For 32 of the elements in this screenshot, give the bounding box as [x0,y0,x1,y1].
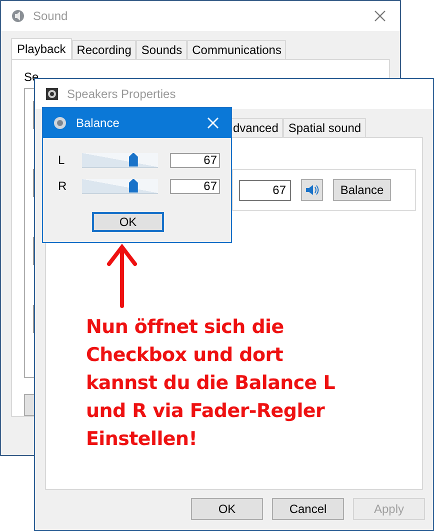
dialog-button[interactable]: OK [191,498,263,520]
tab[interactable]: Recording [72,40,136,59]
tab[interactable]: Communications [187,40,286,59]
value-field[interactable]: 67 [170,178,220,194]
channel-label: R [58,179,68,193]
window-title: Sound [33,9,69,23]
slider-track[interactable] [82,152,158,168]
tab[interactable]: dvanced [232,118,284,137]
slider-track[interactable] [82,178,158,194]
speaker-icon [305,183,319,197]
speaker-icon [11,9,25,23]
dialog-button[interactable]: Cancel [272,498,344,520]
speaker-icon [53,116,67,130]
mute-button[interactable] [301,179,323,201]
configure-button[interactable] [24,394,35,416]
channel-label: L [58,153,66,167]
slider-thumb[interactable] [128,152,138,166]
arrow [105,244,139,308]
close-icon [374,10,386,22]
value-field[interactable]: 67 [170,152,220,168]
tab[interactable]: Playback [11,38,72,60]
window-title: Speakers Properties [67,87,177,101]
level-field[interactable]: 67 [239,180,291,200]
tab[interactable]: Spatial sound [283,118,366,137]
tab[interactable]: Sounds [136,40,188,59]
dialog-title: Balance [76,116,120,130]
speaker-icon [45,87,59,101]
ok-button[interactable]: OK [92,212,164,232]
close-icon [207,117,219,129]
slider-thumb[interactable] [128,178,138,192]
balance-button[interactable]: Balance [333,179,391,201]
annotation-text: Nun öffnet sich die Checkbox und dort kannst du die Balance L und R via Fader-Regler Einstellen! [86,315,336,452]
